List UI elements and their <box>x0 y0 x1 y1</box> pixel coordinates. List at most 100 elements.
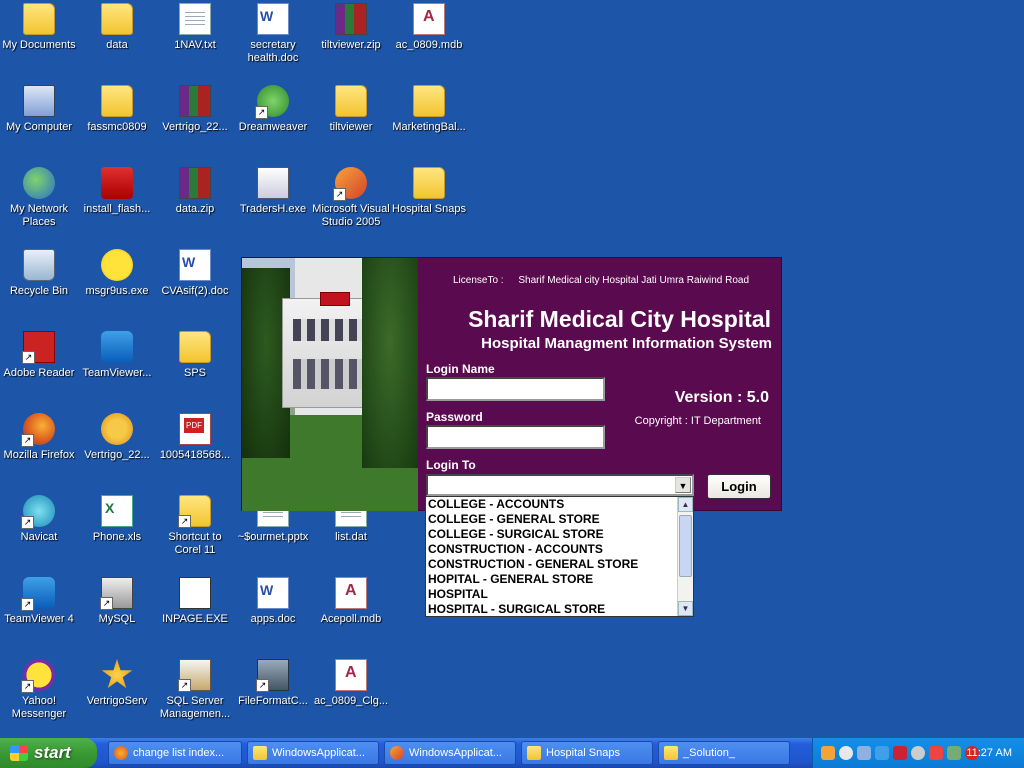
scroll-thumb[interactable] <box>679 515 692 577</box>
network-places-icon <box>23 167 55 199</box>
taskbar-item-label: Hospital Snaps <box>546 747 620 759</box>
desktop-icon-phone-xls[interactable]: Phone.xls <box>78 495 156 544</box>
desktop-icon-yahoo-messenger[interactable]: Yahoo! Messenger <box>0 659 78 721</box>
desktop-icon-inpage[interactable]: INPAGE.EXE <box>156 577 234 626</box>
login-to-select[interactable]: ▼ <box>426 474 694 496</box>
desktop-icon-apps-doc[interactable]: apps.doc <box>234 577 312 626</box>
desktop-icon-hospital-snaps[interactable]: Hospital Snaps <box>390 167 468 216</box>
desktop-icon-vertrigoserv[interactable]: VertrigoServ <box>78 659 156 708</box>
desktop-icon-acepoll[interactable]: Acepoll.mdb <box>312 577 390 626</box>
folder-icon <box>664 746 678 760</box>
desktop-icon-tiltviewer[interactable]: tiltviewer <box>312 85 390 134</box>
desktop-icon-sps[interactable]: SPS <box>156 331 234 380</box>
desktop-icon-fileformat[interactable]: FileFormatC... <box>234 659 312 708</box>
firefox-icon <box>21 413 55 447</box>
desktop-icon-my-computer[interactable]: My Computer <box>0 85 78 134</box>
dropdown-option[interactable]: COLLEGE - ACCOUNTS <box>426 497 693 512</box>
dropdown-option[interactable]: HOSPITAL <box>426 587 693 602</box>
desktop-icon-navicat[interactable]: Navicat <box>0 495 78 544</box>
taskbar-item-hospital-snaps[interactable]: Hospital Snaps <box>521 741 653 765</box>
desktop-icon-data[interactable]: data <box>78 3 156 52</box>
dropdown-option[interactable]: CONSTRUCTION - GENERAL STORE <box>426 557 693 572</box>
desktop-icon-corel-shortcut[interactable]: Shortcut to Corel 11 <box>156 495 234 557</box>
license-line: LicenseTo : Sharif Medical city Hospital… <box>453 275 749 286</box>
desktop-icon-label: Navicat <box>20 531 58 543</box>
desktop-icon-install-flash[interactable]: install_flash... <box>78 167 156 216</box>
login-to-label: Login To <box>426 458 476 472</box>
desktop-icon-label: VertrigoServ <box>86 695 148 707</box>
desktop-icon-sql-server[interactable]: SQL Server Managemen... <box>156 659 234 721</box>
taskbar-item-firefox[interactable]: change list index... <box>108 741 242 765</box>
desktop-icon-label: apps.doc <box>250 613 296 625</box>
desktop-icon-label: secretary health.doc <box>247 39 299 64</box>
taskbar-item-windowsapp-vs[interactable]: WindowsApplicat... <box>384 741 516 765</box>
desktop-icon-dreamweaver[interactable]: Dreamweaver <box>234 85 312 134</box>
tray-app-icon[interactable] <box>839 746 853 760</box>
desktop-icon-label: Microsoft Visual Studio 2005 <box>312 203 390 228</box>
dropdown-option[interactable]: CONSTRUCTION - ACCOUNTS <box>426 542 693 557</box>
winrar-archive-icon <box>335 3 367 35</box>
tray-app-icon[interactable] <box>893 746 907 760</box>
taskbar-item-solution[interactable]: _Solution_ <box>658 741 790 765</box>
login-name-input[interactable] <box>426 377 605 401</box>
desktop-icon-cvasif[interactable]: CVAsif(2).doc <box>156 249 234 298</box>
desktop-icon-label: MarketingBal... <box>392 121 466 133</box>
desktop-icon-fassmc0809[interactable]: fassmc0809 <box>78 85 156 134</box>
tray-app-icon[interactable] <box>821 746 835 760</box>
desktop-icon-data-zip[interactable]: data.zip <box>156 167 234 216</box>
network-icon[interactable] <box>857 746 871 760</box>
desktop-icon-adobe-reader[interactable]: Adobe Reader <box>0 331 78 380</box>
desktop-icon-vertrigo-zip[interactable]: Vertrigo_22... <box>156 85 234 134</box>
desktop-icon-marketingbal[interactable]: MarketingBal... <box>390 85 468 134</box>
tray-app-icon[interactable] <box>929 746 943 760</box>
dropdown-option[interactable]: COLLEGE - GENERAL STORE <box>426 512 693 527</box>
desktop-icon-my-documents[interactable]: My Documents <box>0 3 78 52</box>
desktop-icon-teamviewer-4[interactable]: TeamViewer 4 <box>0 577 78 626</box>
hospital-sign <box>320 292 350 306</box>
desktop-icon-mysql[interactable]: MySQL <box>78 577 156 626</box>
dropdown-scrollbar[interactable]: ▲ ▼ <box>677 497 693 616</box>
building-image <box>282 298 372 408</box>
exe-icon <box>257 167 289 199</box>
desktop-icon-label: TradersH.exe <box>239 203 307 215</box>
scroll-up-icon[interactable]: ▲ <box>678 497 693 512</box>
access-db-icon <box>413 3 445 35</box>
desktop-icon-my-network-places[interactable]: My Network Places <box>0 167 78 229</box>
login-name-label: Login Name <box>426 362 495 376</box>
desktop-icon-pdf[interactable]: 1005418568... <box>156 413 234 462</box>
word-doc-icon <box>179 249 211 281</box>
password-input[interactable] <box>426 425 605 449</box>
desktop-icon-label: fassmc0809 <box>87 121 147 133</box>
text-file-icon <box>179 3 211 35</box>
desktop-icon-teamviewer[interactable]: TeamViewer... <box>78 331 156 380</box>
desktop-icon-label: Shortcut to Corel 11 <box>168 531 222 556</box>
folder-icon <box>413 85 445 117</box>
taskbar-item-windowsapp-folder[interactable]: WindowsApplicat... <box>247 741 379 765</box>
desktop-icon-firefox[interactable]: Mozilla Firefox <box>0 413 78 462</box>
desktop-icon-msgr9us[interactable]: msgr9us.exe <box>78 249 156 298</box>
login-button[interactable]: Login <box>707 474 771 499</box>
inpage-icon <box>179 577 211 609</box>
desktop-icon-vertrigo-setup[interactable]: Vertrigo_22... <box>78 413 156 462</box>
desktop-icon-1nav-txt[interactable]: 1NAV.txt <box>156 3 234 52</box>
dropdown-option[interactable]: COLLEGE - SURGICAL STORE <box>426 527 693 542</box>
tray-app-icon[interactable] <box>875 746 889 760</box>
tray-app-icon[interactable] <box>911 746 925 760</box>
start-button[interactable]: start <box>0 738 97 768</box>
desktop-icon-ac-0809-mdb[interactable]: ac_0809.mdb <box>390 3 468 52</box>
desktop-icon-label: Yahoo! Messenger <box>11 695 67 720</box>
folder-icon <box>253 746 267 760</box>
dropdown-option[interactable]: HOSPITAL - SURGICAL STORE <box>426 602 693 617</box>
chevron-down-icon[interactable]: ▼ <box>675 477 691 493</box>
desktop-icon-tradersh[interactable]: TradersH.exe <box>234 167 312 216</box>
desktop-icon-recycle-bin[interactable]: Recycle Bin <box>0 249 78 298</box>
scroll-down-icon[interactable]: ▼ <box>678 601 693 616</box>
tray-app-icon[interactable] <box>947 746 961 760</box>
recycle-bin-icon <box>23 249 55 281</box>
desktop-icon-visual-studio[interactable]: Microsoft Visual Studio 2005 <box>312 167 390 229</box>
desktop-icon-ac-clg[interactable]: ac_0809_Clg... <box>312 659 390 708</box>
desktop-icon-tiltviewer-zip[interactable]: tiltviewer.zip <box>312 3 390 52</box>
dropdown-option[interactable]: HOPITAL - GENERAL STORE <box>426 572 693 587</box>
desktop-icon-secretary-health[interactable]: secretary health.doc <box>234 3 312 65</box>
login-to-dropdown[interactable]: COLLEGE - ACCOUNTS COLLEGE - GENERAL STO… <box>425 496 694 617</box>
